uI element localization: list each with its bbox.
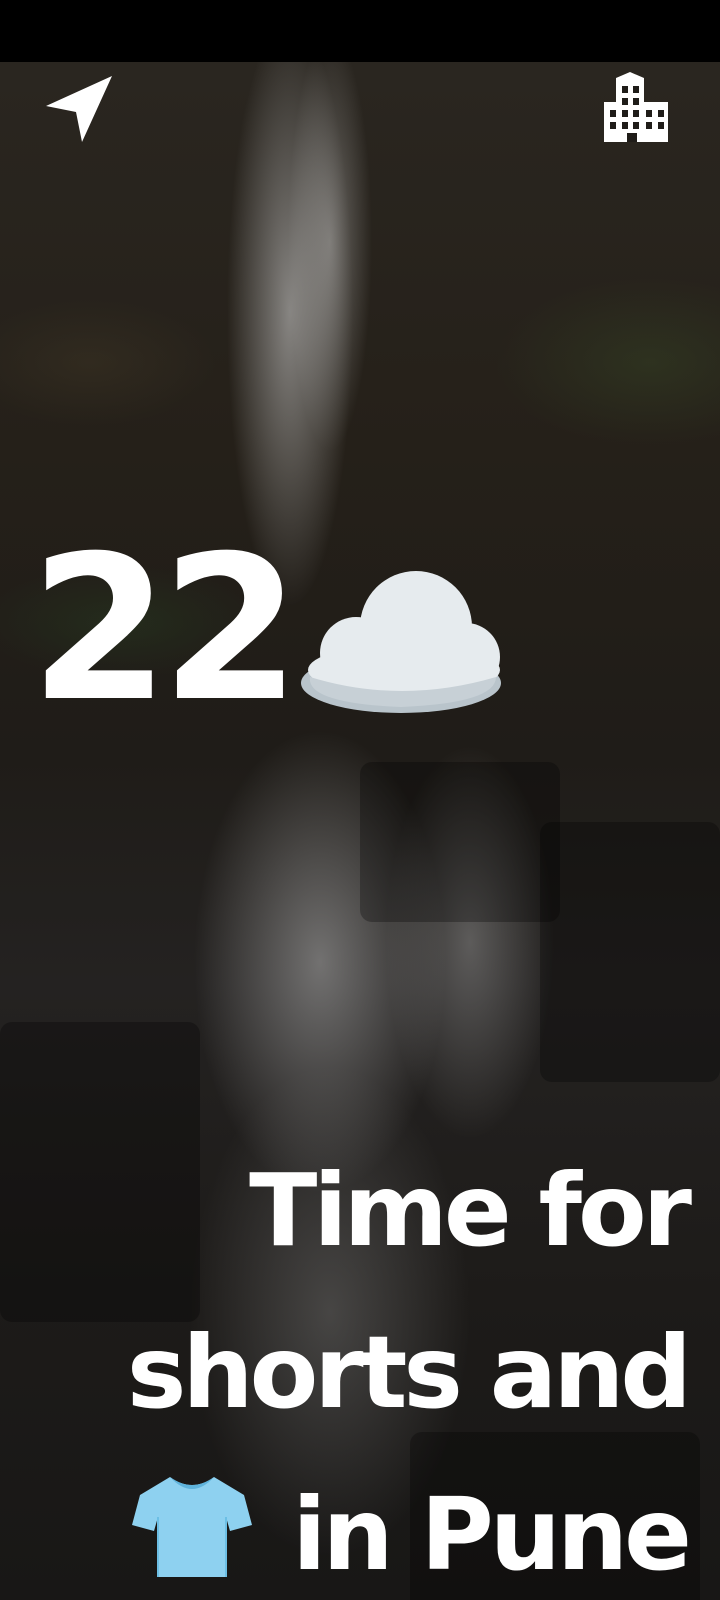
message-line-1: Time for xyxy=(249,1152,692,1269)
status-bar xyxy=(0,0,720,62)
navigation-arrow-icon xyxy=(46,76,112,142)
city-building-icon xyxy=(604,72,668,142)
temperature-row: 22 xyxy=(30,530,506,730)
city-button[interactable] xyxy=(598,70,674,146)
message-line-3: in Pune xyxy=(8,1454,692,1600)
outfit-message: Time for shorts and in Pune xyxy=(8,1130,692,1600)
weather-screen: 22 Time for shorts and in Pune xyxy=(0,0,720,1600)
rock-shadow xyxy=(360,762,560,922)
message-line-3-text: in Pune xyxy=(292,1476,692,1593)
rock-shadow xyxy=(540,822,720,1082)
temperature-value: 22 xyxy=(30,513,300,746)
tshirt-icon xyxy=(132,1477,253,1577)
message-line-2: shorts and xyxy=(126,1314,692,1431)
location-button[interactable] xyxy=(40,70,116,146)
cloud-icon xyxy=(301,571,502,713)
